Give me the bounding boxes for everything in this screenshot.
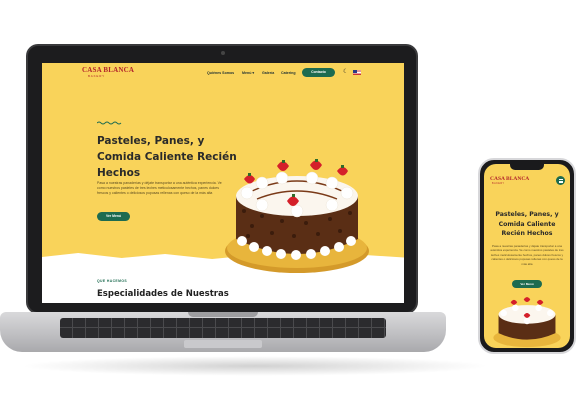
mobile-view-menu-button[interactable]: Ver Menú	[512, 280, 542, 288]
section-kicker: QUE HACEMOS	[97, 279, 128, 283]
cake-image	[225, 159, 369, 273]
laptop-camera	[221, 51, 225, 55]
mobile-logo-tagline: BAKERY	[492, 182, 505, 185]
laptop-shadow	[20, 356, 490, 376]
top-navigation: CASA BLANCA BAKERY Quiénes Somos Menú ▾ …	[42, 63, 404, 87]
hamburger-menu-icon[interactable]	[556, 176, 565, 185]
contact-button[interactable]: Contacto	[302, 68, 335, 77]
nav-link-quienes-somos[interactable]: Quiénes Somos	[207, 71, 234, 75]
phone-screen: CASA BLANCA BAKERY Pasteles, Panes, y Co…	[484, 164, 570, 348]
mobile-cake-image	[493, 297, 561, 348]
keyboard	[60, 318, 386, 338]
hero-description: Pasa a nuestras panaderías y déjate tran…	[97, 181, 222, 196]
squiggle-decoration	[97, 121, 122, 125]
laptop-notch	[188, 312, 258, 317]
nav-link-galeria[interactable]: Galería	[262, 71, 274, 75]
laptop-base	[0, 312, 446, 352]
phone: CASA BLANCA BAKERY Pasteles, Panes, y Co…	[478, 158, 576, 354]
laptop: CASA BLANCA BAKERY Quiénes Somos Menú ▾ …	[26, 44, 418, 314]
logo-tagline: BAKERY	[88, 74, 105, 78]
mobile-hero-description: Pasa a nuestras panaderías y déjate tran…	[490, 244, 564, 266]
view-menu-button[interactable]: Ver Menú	[97, 212, 130, 221]
moon-icon[interactable]: ☾	[343, 69, 348, 75]
logo-text: CASA BLANCA	[82, 66, 135, 74]
mobile-hero-title: Pasteles, Panes, y Comida Caliente Recié…	[495, 211, 559, 237]
nav-link-catering[interactable]: Catering	[281, 71, 296, 75]
trackpad	[184, 340, 262, 348]
section-title: Especialidades de Nuestras	[97, 289, 229, 299]
desktop-website: CASA BLANCA BAKERY Quiénes Somos Menú ▾ …	[42, 63, 404, 303]
nav-link-menu[interactable]: Menú ▾	[242, 71, 254, 75]
site-logo[interactable]: CASA BLANCA BAKERY	[82, 66, 134, 82]
us-flag-icon[interactable]	[353, 70, 361, 75]
phone-notch	[510, 164, 544, 170]
laptop-screen: CASA BLANCA BAKERY Quiénes Somos Menú ▾ …	[42, 63, 404, 303]
